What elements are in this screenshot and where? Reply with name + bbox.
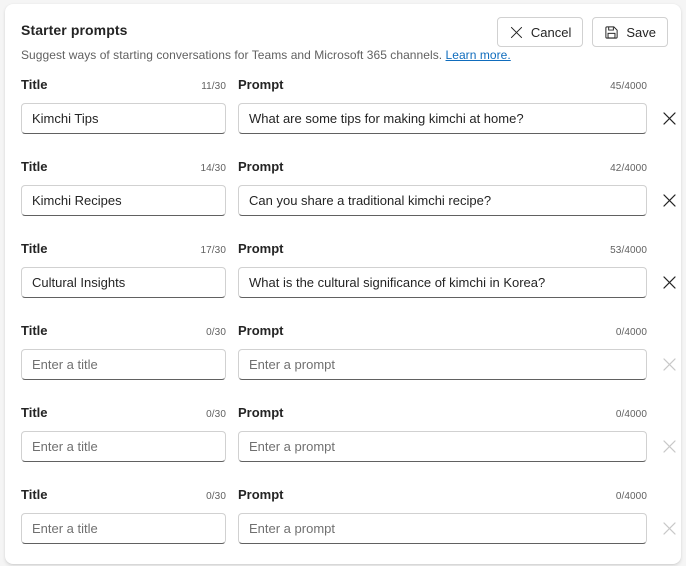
title-input[interactable] (21, 267, 226, 298)
title-label: Title (21, 241, 48, 256)
prompt-counter: 42/4000 (610, 163, 647, 174)
save-button[interactable]: Save (592, 17, 668, 47)
close-icon (661, 520, 678, 537)
prompt-counter: 53/4000 (610, 245, 647, 256)
save-floppy-icon (604, 25, 619, 40)
delete-prompt-button (653, 512, 681, 544)
starter-prompts-card: Starter prompts Suggest ways of starting… (5, 4, 681, 564)
starter-prompt-row: Title 11/30 Prompt 45/4000 (21, 76, 676, 158)
title-counter: 11/30 (201, 81, 226, 92)
prompt-input[interactable] (238, 267, 647, 298)
prompt-field-group: Prompt 0/4000 (238, 486, 647, 544)
title-field-head: Title 11/30 (21, 76, 226, 96)
close-icon (661, 356, 678, 373)
title-input[interactable] (21, 349, 226, 380)
delete-prompt-button (653, 348, 681, 380)
prompt-field-head: Prompt 0/4000 (238, 486, 647, 506)
starter-prompt-rows: Title 11/30 Prompt 45/4000 Title 14/30 (5, 76, 681, 564)
prompt-label: Prompt (238, 159, 284, 174)
starter-prompt-row: Title 0/30 Prompt 0/4000 (21, 404, 676, 486)
title-field-group: Title 0/30 (21, 486, 226, 544)
prompt-field-group: Prompt 0/4000 (238, 404, 647, 462)
starter-prompt-row: Title 14/30 Prompt 42/4000 (21, 158, 676, 240)
prompt-label: Prompt (238, 323, 284, 338)
title-field-group: Title 17/30 (21, 240, 226, 298)
title-label: Title (21, 77, 48, 92)
title-field-group: Title 14/30 (21, 158, 226, 216)
save-button-label: Save (626, 24, 656, 40)
title-field-head: Title 0/30 (21, 404, 226, 424)
delete-prompt-button (653, 430, 681, 462)
prompt-label: Prompt (238, 405, 284, 420)
starter-prompt-row: Title 0/30 Prompt 0/4000 (21, 322, 676, 404)
title-label: Title (21, 487, 48, 502)
title-counter: 0/30 (206, 327, 226, 338)
prompt-counter: 0/4000 (615, 327, 647, 338)
delete-prompt-button[interactable] (653, 102, 681, 134)
title-input[interactable] (21, 103, 226, 134)
prompt-field-group: Prompt 0/4000 (238, 322, 647, 380)
title-label: Title (21, 159, 48, 174)
delete-prompt-button[interactable] (653, 266, 681, 298)
title-input[interactable] (21, 431, 226, 462)
title-input[interactable] (21, 185, 226, 216)
prompt-counter: 0/4000 (615, 491, 647, 502)
prompt-field-head: Prompt 45/4000 (238, 76, 647, 96)
title-field-head: Title 17/30 (21, 240, 226, 260)
title-field-head: Title 0/30 (21, 486, 226, 506)
prompt-input[interactable] (238, 431, 647, 462)
page-subtitle: Suggest ways of starting conversations f… (21, 47, 665, 64)
cancel-button-label: Cancel (530, 24, 572, 40)
title-field-group: Title 0/30 (21, 404, 226, 462)
card-header: Starter prompts Suggest ways of starting… (5, 4, 681, 76)
prompt-field-group: Prompt 45/4000 (238, 76, 647, 134)
delete-prompt-button[interactable] (653, 184, 681, 216)
title-counter: 0/30 (206, 409, 226, 420)
prompt-field-head: Prompt 0/4000 (238, 404, 647, 424)
close-icon (661, 438, 678, 455)
prompt-input[interactable] (238, 349, 647, 380)
title-counter: 0/30 (206, 491, 226, 502)
title-label: Title (21, 323, 48, 338)
close-icon (661, 192, 678, 209)
prompt-label: Prompt (238, 487, 284, 502)
prompt-counter: 0/4000 (615, 409, 647, 420)
prompt-field-head: Prompt 53/4000 (238, 240, 647, 260)
prompt-input[interactable] (238, 513, 647, 544)
starter-prompt-row: Title 17/30 Prompt 53/4000 (21, 240, 676, 322)
title-field-group: Title 11/30 (21, 76, 226, 134)
title-field-head: Title 0/30 (21, 322, 226, 342)
close-icon (661, 274, 678, 291)
prompt-input[interactable] (238, 103, 647, 134)
close-icon (661, 110, 678, 127)
cancel-button[interactable]: Cancel (496, 17, 584, 47)
prompt-label: Prompt (238, 241, 284, 256)
close-icon (509, 25, 524, 40)
header-actions: Cancel Save (496, 17, 668, 47)
starter-prompt-row: Title 0/30 Prompt 0/4000 (21, 486, 676, 564)
prompt-field-group: Prompt 53/4000 (238, 240, 647, 298)
title-field-group: Title 0/30 (21, 322, 226, 380)
subtitle-text: Suggest ways of starting conversations f… (21, 48, 446, 62)
prompt-field-group: Prompt 42/4000 (238, 158, 647, 216)
prompt-label: Prompt (238, 77, 284, 92)
title-input[interactable] (21, 513, 226, 544)
title-label: Title (21, 405, 48, 420)
prompt-field-head: Prompt 0/4000 (238, 322, 647, 342)
prompt-field-head: Prompt 42/4000 (238, 158, 647, 178)
prompt-input[interactable] (238, 185, 647, 216)
prompt-counter: 45/4000 (610, 81, 647, 92)
title-field-head: Title 14/30 (21, 158, 226, 178)
title-counter: 14/30 (200, 163, 226, 174)
learn-more-link[interactable]: Learn more. (446, 48, 511, 62)
title-counter: 17/30 (200, 245, 226, 256)
